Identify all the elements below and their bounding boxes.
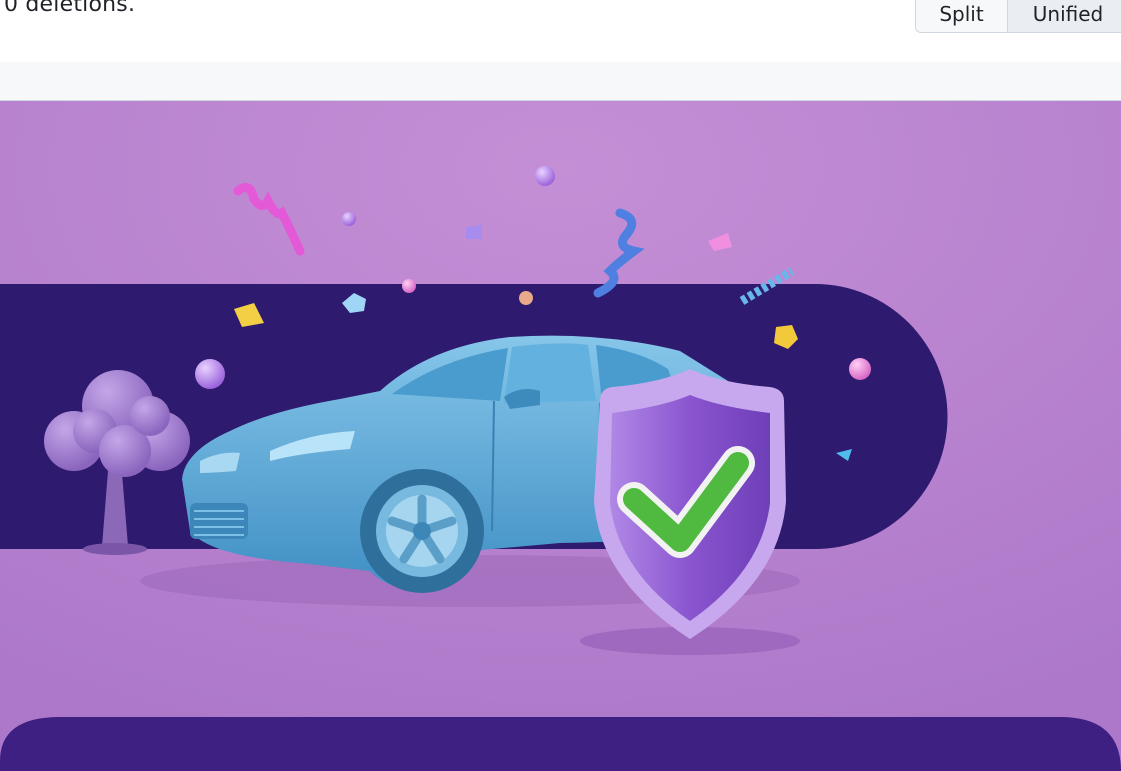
diff-header: 0 deletions. Split Unified bbox=[0, 0, 1121, 62]
car-insurance-illustration bbox=[0, 101, 1121, 771]
diff-stats-text: 0 deletions. bbox=[4, 0, 136, 17]
image-preview bbox=[0, 101, 1121, 771]
diff-view-toggle: Split Unified bbox=[915, 0, 1121, 33]
image-diff-toolbar bbox=[0, 62, 1121, 101]
unified-view-button[interactable]: Unified bbox=[1008, 0, 1121, 32]
split-view-button[interactable]: Split bbox=[916, 0, 1008, 32]
bottom-band bbox=[0, 717, 1121, 771]
